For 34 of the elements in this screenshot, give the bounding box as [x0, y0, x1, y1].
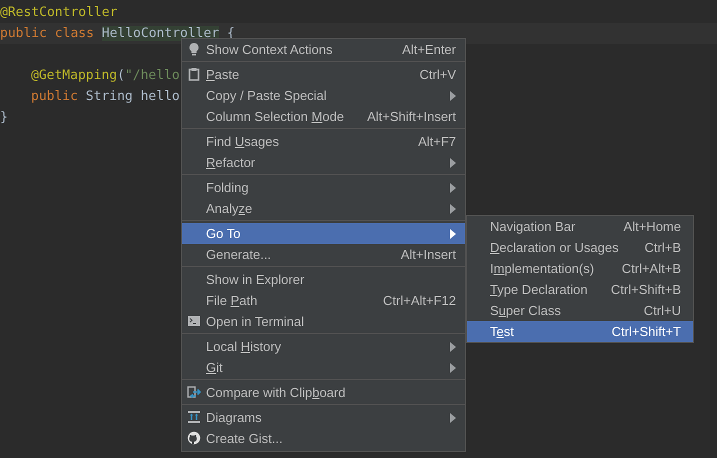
code-line: @RestController: [0, 4, 118, 22]
menu-item[interactable]: Compare with Clipboard: [182, 382, 465, 403]
menu-item[interactable]: Diagrams: [182, 407, 465, 428]
menu-item[interactable]: Column Selection Mode Alt+Shift+Insert: [182, 106, 465, 127]
menu-item[interactable]: Analyze: [182, 198, 465, 219]
code-line: }: [0, 109, 8, 127]
menu-item[interactable]: Git: [182, 357, 465, 378]
menu-item[interactable]: Test Ctrl+Shift+T: [467, 321, 693, 342]
menu-item[interactable]: Navigation Bar Alt+Home: [467, 216, 693, 237]
menu-item[interactable]: Go To: [182, 223, 465, 244]
menu-item[interactable]: Copy / Paste Special: [182, 85, 465, 106]
menu-item[interactable]: Create Gist...: [182, 428, 465, 449]
code-line: public String hello: [30, 88, 180, 106]
menu-item[interactable]: Local History: [182, 336, 465, 357]
github-icon: [187, 431, 201, 445]
menu-item[interactable]: Implementation(s) Ctrl+Alt+B: [467, 258, 693, 279]
menu-item[interactable]: Paste Ctrl+V: [182, 64, 465, 85]
code-line: @GetMapping("/hello: [30, 67, 180, 85]
compare-icon: [187, 385, 201, 399]
menu-item[interactable]: Type Declaration Ctrl+Shift+B: [467, 279, 693, 300]
menu-item[interactable]: Open in Terminal: [182, 311, 465, 332]
diagram-icon: [187, 410, 201, 424]
menu-item[interactable]: Generate... Alt+Insert: [182, 244, 465, 265]
clipboard-icon: [187, 67, 201, 81]
menu-item[interactable]: Find Usages Alt+F7: [182, 131, 465, 152]
menu-item[interactable]: Folding: [182, 177, 465, 198]
menu-item[interactable]: File Path Ctrl+Alt+F12: [182, 290, 465, 311]
menu-item[interactable]: Refactor: [182, 152, 465, 173]
terminal-icon: [187, 314, 201, 328]
lightbulb-icon: [187, 42, 201, 56]
menu-item[interactable]: Super Class Ctrl+U: [467, 300, 693, 321]
menu-item[interactable]: Show in Explorer: [182, 269, 465, 290]
menu-item[interactable]: Declaration or Usages Ctrl+B: [467, 237, 693, 258]
menu-item[interactable]: Show Context Actions Alt+Enter: [182, 39, 465, 60]
